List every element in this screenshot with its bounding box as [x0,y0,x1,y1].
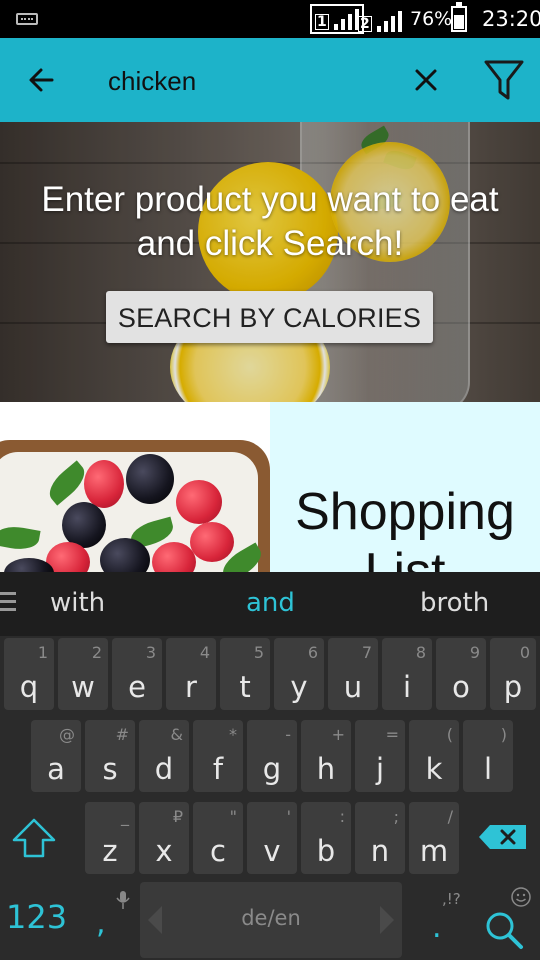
search-input[interactable] [108,64,398,98]
arrow-left-icon [29,68,54,92]
microphone-icon [116,891,130,909]
battery-percent: 76% [410,8,453,30]
shopping-list-title: Shopping List [295,483,515,572]
period-key[interactable]: ,!? . [428,886,468,950]
sim1-signal: 1 [310,4,364,34]
smiley-icon [511,887,531,907]
back-button[interactable] [24,60,60,100]
key-s[interactable]: # s [85,720,135,792]
key-row-1: 1q 2w 3e 4r 5t 6y 7u 8i 9o 0p [0,638,540,712]
key-o[interactable]: 9o [436,638,486,710]
key-m[interactable]: / m [409,802,459,874]
key-c[interactable]: " c [193,802,243,874]
key-w[interactable]: 2w [58,638,108,710]
search-by-calories-button[interactable]: SEARCH BY CALORIES [106,291,433,343]
hero-banner: Enter product you want to eat and click … [0,122,540,402]
food-card[interactable] [0,402,270,572]
language-label: de/en [241,906,301,930]
key-y[interactable]: 6y [274,638,324,710]
key-g[interactable]: -g [247,720,297,792]
key-row-2: @ a # s & d * f -g + h = j (k ) l [0,720,540,794]
backspace-icon [479,825,526,849]
clear-button[interactable] [408,62,444,98]
comma-key[interactable]: , [96,891,136,952]
backspace-key[interactable] [478,824,528,855]
sim2-label: 2 [358,16,372,32]
key-v[interactable]: ' v [247,802,297,874]
shopping-list-card[interactable]: Shopping List [270,402,540,572]
sim2-signal: 2 [358,6,402,32]
hero-message: Enter product you want to eat and click … [0,178,540,266]
period-label: . [432,910,442,945]
filter-icon [484,60,524,100]
hero-message-line1: Enter product you want to eat [41,180,499,219]
suggestion-bar: with and broth [0,572,540,636]
shift-icon [12,818,56,858]
shift-key[interactable] [10,816,58,865]
key-z[interactable]: _ z [85,802,135,874]
key-l[interactable]: ) l [463,720,513,792]
space-key[interactable]: de/en [140,882,402,958]
key-f[interactable]: * f [193,720,243,792]
key-x[interactable]: ₽ x [139,802,189,874]
close-icon [415,69,437,91]
key-b[interactable]: :b [301,802,351,874]
key-p[interactable]: 0p [490,638,536,710]
key-k[interactable]: (k [409,720,459,792]
keyboard-indicator-icon [16,13,38,25]
app-bar [0,38,540,122]
filter-button[interactable] [482,56,526,104]
search-icon [486,912,523,949]
key-n[interactable]: ; n [355,802,405,874]
key-t[interactable]: 5t [220,638,270,710]
key-h[interactable]: + h [301,720,351,792]
numbers-key[interactable]: 123 [6,898,67,936]
key-j[interactable]: = j [355,720,405,792]
menu-icon[interactable] [0,592,16,616]
emoji-key[interactable] [510,886,532,913]
key-q[interactable]: 1q [4,638,54,710]
soft-keyboard: with and broth 1q 2w 3e 4r 5t 6y 7u 8i 9… [0,572,540,960]
key-d[interactable]: & d [139,720,189,792]
key-u[interactable]: 7u [328,638,378,710]
sim1-label: 1 [315,14,329,30]
key-r[interactable]: 4r [166,638,216,710]
key-a[interactable]: @ a [31,720,81,792]
period-alt-label: ,!? [442,890,461,908]
arrow-right-icon [380,906,394,934]
battery-icon [451,2,467,32]
suggestion-right[interactable]: broth [420,588,489,618]
search-key[interactable] [484,910,524,955]
hero-message-line2: and click Search! [136,224,404,263]
comma-label: , [96,906,106,941]
key-i[interactable]: 8i [382,638,432,710]
suggestion-left[interactable]: with [50,588,105,618]
key-e[interactable]: 3e [112,638,162,710]
clock: 23:20 [482,7,540,31]
status-bar: 1 2 76% 23:20 [0,0,540,38]
suggestion-center[interactable]: and [246,588,295,618]
key-row-3: _ z ₽ x " c ' v :b ; n / m [0,802,540,876]
